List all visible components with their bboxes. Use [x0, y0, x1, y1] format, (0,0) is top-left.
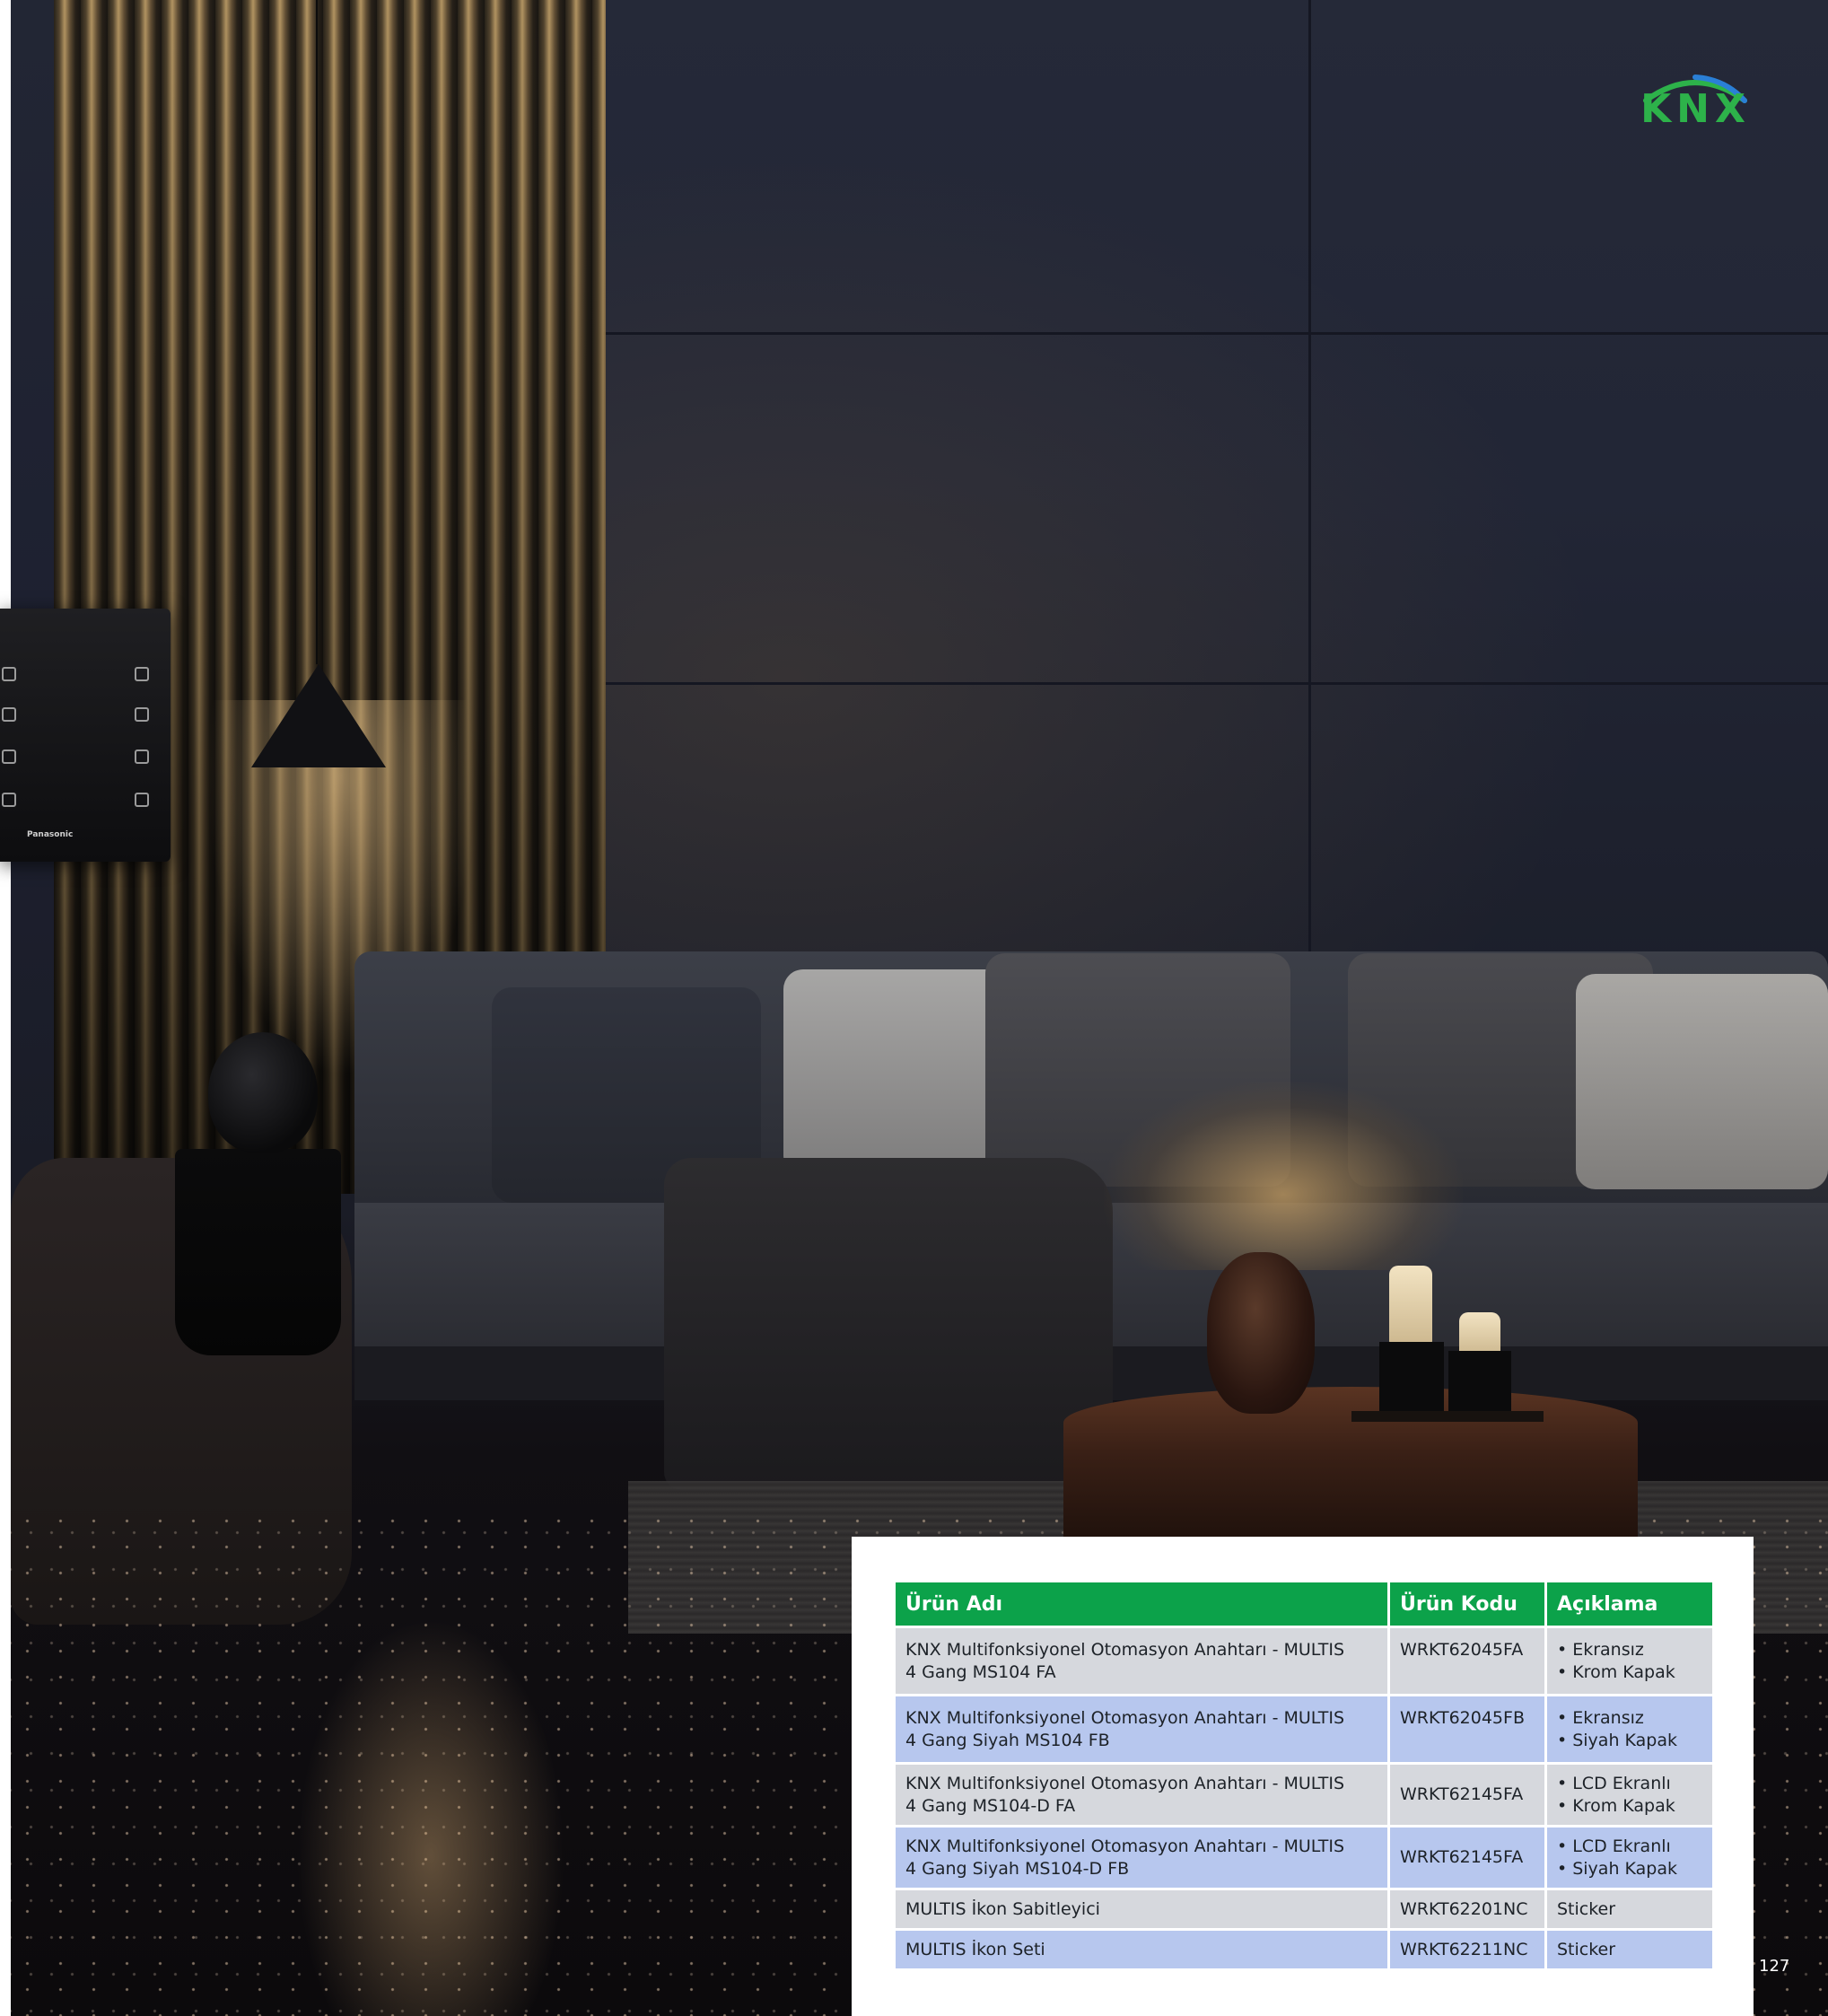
product-name-line: KNX Multifonksiyonel Otomasyon Anahtarı … — [905, 1707, 1345, 1728]
header-product-name: Ürün Adı — [896, 1582, 1387, 1626]
product-name-cell: KNX Multifonksiyonel Otomasyon Anahtarı … — [896, 1765, 1387, 1825]
pendant-lamp-cord — [316, 0, 318, 664]
product-name-line: KNX Multifonksiyonel Otomasyon Anahtarı … — [905, 1639, 1345, 1660]
header-product-code: Ürün Kodu — [1387, 1582, 1544, 1626]
page-number: 127 — [1759, 1957, 1790, 1976]
description-line: • Ekransız — [1557, 1639, 1644, 1660]
wall-panel-seam — [603, 682, 1828, 685]
exit-icon — [135, 793, 149, 807]
description-text: Krom Kapak — [1572, 1795, 1675, 1816]
light-pillow — [1576, 974, 1828, 1189]
wall-panel-seam — [1308, 0, 1311, 969]
side-table — [175, 1149, 341, 1355]
bulb-icon — [2, 667, 16, 681]
knx-logo-text: KNX — [1640, 86, 1751, 132]
description-text: Ekransız — [1572, 1639, 1644, 1660]
product-code-cell: WRKT62145FA — [1387, 1828, 1544, 1888]
description-cell: • LCD Ekranlı • Krom Kapak — [1544, 1765, 1712, 1825]
play-icon — [135, 707, 149, 722]
table-row: MULTIS İkon Sabitleyici WRKT62201NC Stic… — [896, 1890, 1712, 1928]
product-name-cell: KNX Multifonksiyonel Otomasyon Anahtarı … — [896, 1628, 1387, 1694]
description-line: • Siyah Kapak — [1557, 1858, 1678, 1879]
description-text: LCD Ekranlı — [1572, 1773, 1671, 1793]
description-cell: Sticker — [1544, 1931, 1712, 1968]
wall-panels — [603, 0, 1828, 969]
product-name-cell: MULTIS İkon Sabitleyici — [896, 1890, 1387, 1928]
wall-panel-seam — [603, 332, 1828, 335]
play-icon — [135, 667, 149, 681]
description-line: • LCD Ekranlı — [1557, 1773, 1671, 1793]
product-name-line: 4 Gang Siyah MS104-D FB — [905, 1858, 1130, 1879]
product-name-line: 4 Gang MS104-D FA — [905, 1795, 1076, 1816]
product-name-cell: KNX Multifonksiyonel Otomasyon Anahtarı … — [896, 1828, 1387, 1888]
candle-tray — [1351, 1411, 1544, 1422]
product-name-line: 4 Gang MS104 FA — [905, 1661, 1056, 1682]
header-description: Açıklama — [1544, 1582, 1712, 1626]
description-line: • Siyah Kapak — [1557, 1730, 1678, 1750]
product-code-cell: WRKT62201NC — [1387, 1890, 1544, 1928]
tall-candle — [1389, 1266, 1432, 1345]
product-code-cell: WRKT62045FB — [1387, 1696, 1544, 1762]
product-name-line: 4 Gang Siyah MS104 FB — [905, 1730, 1110, 1750]
page-margin — [0, 0, 11, 2016]
candle-holder — [1448, 1351, 1511, 1414]
description-text: Siyah Kapak — [1572, 1730, 1678, 1750]
description-line: • Krom Kapak — [1557, 1661, 1675, 1682]
product-code-cell: WRKT62211NC — [1387, 1931, 1544, 1968]
table-row: KNX Multifonksiyonel Otomasyon Anahtarı … — [896, 1828, 1712, 1888]
product-code-cell: WRKT62045FA — [1387, 1628, 1544, 1694]
product-name-cell: KNX Multifonksiyonel Otomasyon Anahtarı … — [896, 1696, 1387, 1762]
bulb-icon — [2, 707, 16, 722]
description-cell: • Ekransız • Siyah Kapak — [1544, 1696, 1712, 1762]
description-text: Siyah Kapak — [1572, 1858, 1678, 1879]
product-name-line: KNX Multifonksiyonel Otomasyon Anahtarı … — [905, 1836, 1345, 1856]
blinds-icon — [2, 749, 16, 764]
description-cell: • Ekransız • Krom Kapak — [1544, 1628, 1712, 1694]
table-row: KNX Multifonksiyonel Otomasyon Anahtarı … — [896, 1628, 1712, 1694]
description-text: Ekransız — [1572, 1707, 1644, 1728]
product-code-cell: WRKT62145FA — [1387, 1765, 1544, 1825]
table-header-row: Ürün Adı Ürün Kodu Açıklama — [896, 1582, 1712, 1626]
short-candle — [1459, 1312, 1500, 1355]
coffee-table — [1063, 1387, 1638, 1548]
floor-reflection — [296, 1616, 565, 2016]
description-line: • Krom Kapak — [1557, 1795, 1675, 1816]
throw-blanket — [664, 1158, 1113, 1490]
amber-vase — [1207, 1252, 1315, 1414]
product-name-line: KNX Multifonksiyonel Otomasyon Anahtarı … — [905, 1773, 1345, 1793]
description-text: Krom Kapak — [1572, 1661, 1675, 1682]
description-line: • Ekransız — [1557, 1707, 1644, 1728]
description-text: LCD Ekranlı — [1572, 1836, 1671, 1856]
product-table-card: Ürün Adı Ürün Kodu Açıklama KNX Multifon… — [852, 1537, 1754, 2016]
description-cell: Sticker — [1544, 1890, 1712, 1928]
description-cell: • LCD Ekranlı • Siyah Kapak — [1544, 1828, 1712, 1888]
panel-brand-label: Panasonic — [27, 830, 74, 839]
knx-logo: KNX — [1635, 70, 1756, 135]
pampas-grass — [1104, 1082, 1463, 1270]
description-line: • LCD Ekranlı — [1557, 1836, 1671, 1856]
door-icon — [135, 749, 149, 764]
pendant-lamp — [251, 664, 386, 767]
black-vase — [208, 1032, 318, 1153]
scene-icon — [2, 793, 16, 807]
table-row: MULTIS İkon Seti WRKT62211NC Sticker — [896, 1931, 1712, 1968]
knx-touch-panel — [0, 609, 171, 862]
candle-holder — [1379, 1342, 1444, 1414]
product-name-cell: MULTIS İkon Seti — [896, 1931, 1387, 1968]
product-table: Ürün Adı Ürün Kodu Açıklama KNX Multifon… — [896, 1580, 1712, 1971]
table-row: KNX Multifonksiyonel Otomasyon Anahtarı … — [896, 1696, 1712, 1762]
table-row: KNX Multifonksiyonel Otomasyon Anahtarı … — [896, 1765, 1712, 1825]
